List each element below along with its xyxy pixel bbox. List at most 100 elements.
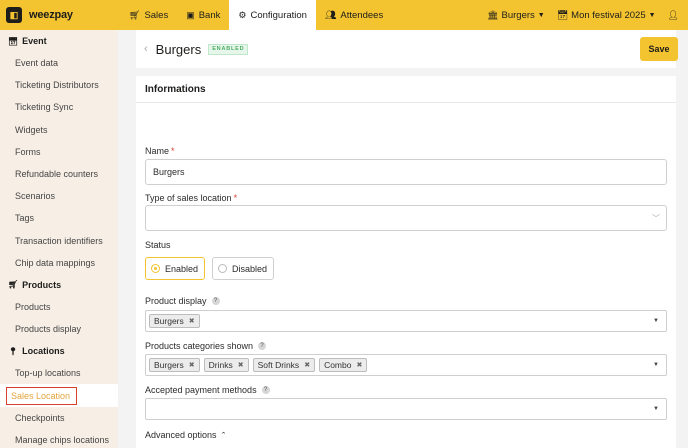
- help-icon[interactable]: ?: [258, 342, 267, 350]
- product-display-select[interactable]: Burgers ✖ ▼: [145, 310, 667, 332]
- nav-configuration-label: Configuration: [250, 9, 307, 21]
- sidebar-item-chip-data-mappings[interactable]: Chip data mappings: [0, 252, 118, 274]
- sidebar-section-products: 🛒︎ Products: [0, 274, 118, 296]
- sidebar-item-sales-location[interactable]: Sales Location: [0, 384, 118, 407]
- informations-card: Informations Name * Burgers Type of sales…: [136, 76, 676, 438]
- nav-sales[interactable]: 🛒︎ Sales: [120, 0, 177, 30]
- sidebar-item-transaction-identifiers[interactable]: Transaction identifiers: [0, 230, 118, 252]
- categories-label: Products categories shown ?: [145, 341, 267, 351]
- sidebar-item-ticketing-sync[interactable]: Ticketing Sync: [0, 96, 118, 118]
- chip-combo[interactable]: Combo ✖: [319, 358, 368, 372]
- nav-bank[interactable]: ▣ Bank: [177, 0, 229, 30]
- sidebar-item-products[interactable]: Products: [0, 296, 118, 318]
- sidebar-item-label: Top-up locations: [15, 368, 81, 379]
- chip-burgers[interactable]: Burgers ✖: [149, 314, 200, 328]
- remove-chip-icon[interactable]: ✖: [189, 361, 195, 369]
- type-label: Type of sales location *: [145, 193, 237, 203]
- sidebar-item-top-up-locations[interactable]: Top-up locations: [0, 362, 118, 384]
- page-title: Burgers: [155, 41, 202, 57]
- name-input[interactable]: Burgers: [145, 159, 667, 185]
- sidebar-item-forms[interactable]: Forms: [0, 141, 118, 163]
- chip-label: Burgers: [154, 316, 184, 326]
- chip-label: Burgers: [154, 360, 184, 370]
- sidebar-item-label: Ticketing Distributors: [15, 80, 99, 91]
- sidebar-item-label: Sales Location: [5, 386, 78, 405]
- categories-select[interactable]: Burgers ✖ Drinks ✖ Soft Drinks ✖ Combo ✖ ▼: [145, 354, 667, 376]
- radio-dot-icon: [151, 264, 160, 273]
- sidebar-item-label: Checkpoints: [15, 412, 65, 423]
- sidebar-item-ticketing-distributors[interactable]: Ticketing Distributors: [0, 74, 118, 96]
- sidebar-item-label: Products display: [15, 324, 82, 335]
- logo-icon: ◧: [6, 7, 22, 23]
- status-enabled-radio[interactable]: Enabled: [145, 257, 206, 280]
- caret-down-icon: ▼: [537, 11, 545, 19]
- help-icon[interactable]: ?: [261, 386, 270, 394]
- page-header: ‹ Burgers ENABLED Save: [136, 30, 678, 68]
- advanced-options-label: Advanced options: [145, 430, 217, 440]
- gear-icon: ⚙: [238, 9, 247, 20]
- nav-attendees[interactable]: 👥︎ Attendees: [316, 0, 392, 30]
- store-selector-label: Burgers: [501, 9, 535, 21]
- type-label-text: Type of sales location: [145, 193, 232, 203]
- card-title: Informations: [136, 76, 676, 103]
- remove-chip-icon[interactable]: ✖: [304, 361, 310, 369]
- status-label-text: Status: [145, 240, 171, 250]
- nav-sales-label: Sales: [144, 9, 169, 21]
- user-menu[interactable]: 👤︎: [662, 10, 688, 21]
- name-label-text: Name: [145, 146, 170, 156]
- sidebar-item-widgets[interactable]: Widgets: [0, 119, 118, 141]
- status-label: Status: [145, 240, 171, 250]
- product-display-label-text: Product display: [145, 296, 207, 306]
- sidebar-item-label: Refundable counters: [15, 169, 99, 180]
- top-nav: 🛒︎ Sales ▣ Bank ⚙ Configuration 👥︎ Atten…: [120, 0, 392, 30]
- store-selector[interactable]: 🏛︎ Burgers ▼: [481, 10, 551, 21]
- chip-burgers[interactable]: Burgers ✖: [149, 358, 200, 372]
- calendar-icon: 📅︎: [556, 9, 569, 20]
- user-icon: 👤︎: [667, 9, 679, 20]
- sidebar-item-checkpoints[interactable]: Checkpoints: [0, 407, 118, 429]
- chip-soft-drinks[interactable]: Soft Drinks ✖: [252, 358, 316, 372]
- help-icon[interactable]: ?: [211, 297, 220, 305]
- sidebar-item-products-display[interactable]: Products display: [0, 318, 118, 340]
- chevron-down-icon: ﹀: [652, 213, 660, 223]
- sidebar-item-label: Widgets: [15, 124, 48, 135]
- nav-configuration[interactable]: ⚙ Configuration: [229, 0, 316, 30]
- logo[interactable]: ◧ weezpay: [0, 0, 120, 30]
- nav-bank-label: Bank: [198, 9, 221, 21]
- product-display-label: Product display ?: [145, 296, 220, 306]
- main-content: ‹ Burgers ENABLED Save Informations Name…: [118, 30, 688, 448]
- chip-drinks[interactable]: Drinks ✖: [203, 358, 249, 372]
- chip-label: Combo: [324, 360, 352, 370]
- save-button[interactable]: Save: [640, 37, 678, 61]
- sidebar-item-label: Event data: [15, 58, 59, 69]
- payment-methods-label-text: Accepted payment methods: [145, 385, 257, 395]
- advanced-options-toggle[interactable]: Advanced options ⌃: [136, 422, 676, 448]
- caret-down-icon: ▼: [653, 362, 659, 368]
- required-marker: *: [171, 146, 175, 156]
- sidebar-item-refundable-counters[interactable]: Refundable counters: [0, 163, 118, 185]
- event-selector[interactable]: 📅︎ Mon festival 2025 ▼: [551, 10, 662, 21]
- remove-chip-icon[interactable]: ✖: [189, 317, 195, 325]
- nav-attendees-label: Attendees: [340, 9, 384, 21]
- chevron-up-icon: ⌃: [220, 432, 227, 439]
- status-badge: ENABLED: [208, 43, 249, 55]
- payment-methods-select[interactable]: ▼: [145, 398, 667, 420]
- sidebar-item-scenarios[interactable]: Scenarios: [0, 185, 118, 207]
- sidebar-item-tags[interactable]: Tags: [0, 207, 118, 229]
- caret-down-icon: ▼: [653, 318, 659, 324]
- name-label: Name *: [145, 146, 175, 156]
- sidebar-item-label: Manage chips locations: [15, 434, 110, 445]
- sidebar-item-label: Scenarios: [15, 191, 56, 202]
- top-right-controls: 🏛︎ Burgers ▼ 📅︎ Mon festival 2025 ▼ 👤︎: [481, 0, 688, 30]
- chevron-left-icon[interactable]: ‹: [144, 43, 148, 55]
- type-select[interactable]: ﹀: [145, 205, 667, 231]
- sidebar-section-event: 📅︎ Event: [0, 30, 118, 52]
- sidebar-item-event-data[interactable]: Event data: [0, 52, 118, 74]
- categories-label-text: Products categories shown: [145, 341, 254, 351]
- users-icon: 👥︎: [324, 9, 337, 20]
- sidebar-item-manage-chips-locations[interactable]: Manage chips locations: [0, 429, 118, 448]
- top-bar: ◧ weezpay 🛒︎ Sales ▣ Bank ⚙ Configuratio…: [0, 0, 688, 30]
- remove-chip-icon[interactable]: ✖: [356, 361, 362, 369]
- status-disabled-radio[interactable]: Disabled: [212, 257, 275, 280]
- remove-chip-icon[interactable]: ✖: [238, 361, 244, 369]
